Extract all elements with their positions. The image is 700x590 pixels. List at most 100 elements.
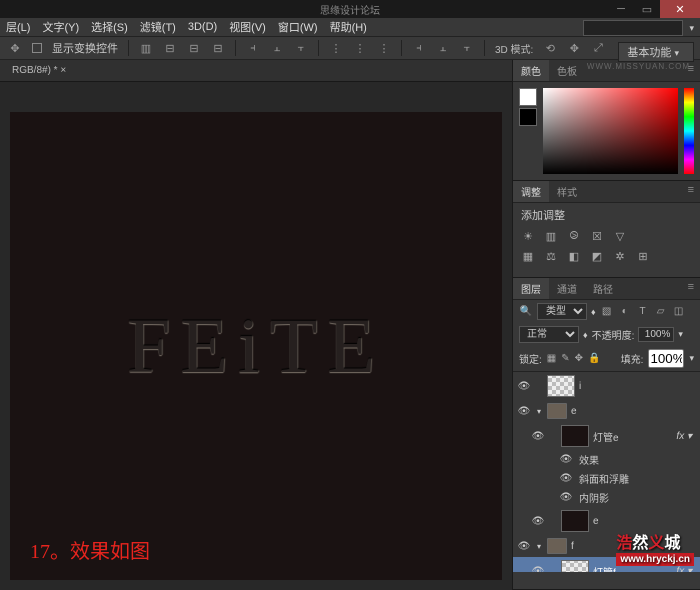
visibility-icon[interactable]: 👁 [517,381,531,392]
exposure-icon[interactable]: ☒ [590,229,604,243]
align-icon[interactable]: ⫞ [246,41,260,55]
layer-row[interactable]: 👁 灯管e fx ▾ [513,422,700,450]
filter-smart-icon[interactable]: ◫ [672,305,686,319]
bw-icon[interactable]: ◧ [567,249,581,263]
panel-menu-icon[interactable]: ≡ [682,181,700,202]
tab-color[interactable]: 颜色 [513,60,549,81]
twirl-icon[interactable]: ▾ [535,407,543,416]
menu-3d[interactable]: 3D(D) [188,21,217,33]
layer-thumb[interactable] [561,560,589,572]
menu-layer[interactable]: 层(L) [6,19,30,35]
blend-mode-select[interactable]: 正常 [519,326,579,343]
dist-icon[interactable]: ⋮ [329,41,343,55]
document-tab[interactable]: RGB/8#) * × [6,63,72,78]
mixer-icon[interactable]: ✲ [613,249,627,263]
search-icon[interactable]: 🔍 [519,305,533,319]
layer-row[interactable]: 👁 ▾ e [513,400,700,422]
layer-row[interactable]: 👁 i [513,372,700,400]
search-input[interactable] [583,20,683,36]
fx-badge[interactable]: fx ▾ [676,566,696,573]
pan-icon[interactable]: ✥ [567,41,581,55]
visibility-icon[interactable]: 👁 [531,431,545,442]
background-swatch[interactable] [519,108,537,126]
curves-icon[interactable]: ⧁ [567,229,581,243]
orbit-icon[interactable]: ⟲ [543,41,557,55]
menu-filter[interactable]: 滤镜(T) [140,19,176,35]
photo-filter-icon[interactable]: ◩ [590,249,604,263]
hue-icon[interactable]: ▦ [521,249,535,263]
tab-styles[interactable]: 样式 [549,181,585,202]
align-icon[interactable]: ⫟ [294,41,308,55]
move-tool-icon[interactable]: ✥ [8,41,22,55]
menu-view[interactable]: 视图(V) [229,19,266,35]
foreground-swatch[interactable] [519,88,537,106]
filter-type-select[interactable]: 类型 [537,303,587,320]
dist-icon[interactable]: ⫠ [436,41,450,55]
align-icon[interactable]: ▥ [139,41,153,55]
opacity-input[interactable] [638,327,674,342]
close-button[interactable]: ✕ [660,0,700,18]
layer-thumb[interactable] [547,375,575,397]
minimize-button[interactable]: ─ [608,0,634,18]
visibility-icon[interactable]: 👁 [517,541,531,552]
tab-paths[interactable]: 路径 [585,278,621,299]
fill-input[interactable] [648,349,684,368]
menu-window[interactable]: 窗口(W) [278,19,318,35]
visibility-icon[interactable]: 👁 [531,516,545,527]
canvas[interactable]: FEiTE 17。效果如图 [10,112,502,580]
twirl-icon[interactable]: ▾ [535,542,543,551]
search-dropdown-icon[interactable]: ▾ [689,23,694,34]
layer-name[interactable]: e [593,516,599,527]
lock-all-icon[interactable]: 🔒 [588,353,600,364]
tab-swatches[interactable]: 色板 [549,60,585,81]
layer-name[interactable]: i [579,381,581,392]
layer-name[interactable]: f [571,541,574,552]
lock-pixels-icon[interactable]: ✎ [561,353,569,364]
menu-text[interactable]: 文字(Y) [42,19,79,35]
folder-icon[interactable] [547,403,567,419]
visibility-icon[interactable]: 👁 [517,406,531,417]
dist-icon[interactable]: ⫞ [412,41,426,55]
align-icon[interactable]: ⊟ [211,41,225,55]
workspace-dropdown[interactable]: 基本功能 ▾ [618,42,694,62]
filter-image-icon[interactable]: ▧ [600,305,614,319]
folder-icon[interactable] [547,538,567,554]
levels-icon[interactable]: ▥ [544,229,558,243]
tab-layers[interactable]: 图层 [513,278,549,299]
fx-effects[interactable]: 👁效果 [513,450,700,469]
lookup-icon[interactable]: ⊞ [636,249,650,263]
lock-pos-icon[interactable]: ✥ [575,353,583,364]
brightness-icon[interactable]: ☀ [521,229,535,243]
vibrance-icon[interactable]: ▽ [613,229,627,243]
fx-bevel[interactable]: 👁斜面和浮雕 [513,469,700,488]
maximize-button[interactable]: ▭ [634,0,660,18]
checkbox[interactable] [32,43,42,53]
color-picker[interactable] [543,88,678,174]
fx-badge[interactable]: fx ▾ [676,431,696,442]
align-icon[interactable]: ⫠ [270,41,284,55]
menu-help[interactable]: 帮助(H) [330,19,367,35]
align-icon[interactable]: ⊟ [163,41,177,55]
tab-channels[interactable]: 通道 [549,278,585,299]
menu-select[interactable]: 选择(S) [91,19,128,35]
layer-thumb[interactable] [561,425,589,447]
filter-text-icon[interactable]: T [636,305,650,319]
layer-name[interactable]: 灯管e [593,429,619,444]
fx-inner-shadow[interactable]: 👁内阴影 [513,488,700,507]
dist-icon[interactable]: ⋮ [353,41,367,55]
layer-name[interactable]: e [571,406,577,417]
balance-icon[interactable]: ⚖ [544,249,558,263]
hue-slider[interactable] [684,88,694,174]
dist-icon[interactable]: ⫟ [460,41,474,55]
panel-menu-icon[interactable]: ≡ [682,278,700,299]
tab-adjustments[interactable]: 调整 [513,181,549,202]
visibility-icon[interactable]: 👁 [531,566,545,573]
align-icon[interactable]: ⊟ [187,41,201,55]
filter-adjust-icon[interactable]: ◐ [618,305,632,319]
zoom-icon[interactable]: ⤢ [591,41,605,55]
lock-trans-icon[interactable]: ▦ [547,353,556,364]
dist-icon[interactable]: ⋮ [377,41,391,55]
filter-shape-icon[interactable]: ▱ [654,305,668,319]
layer-thumb[interactable] [561,510,589,532]
layer-name[interactable]: 灯管f [593,564,616,573]
